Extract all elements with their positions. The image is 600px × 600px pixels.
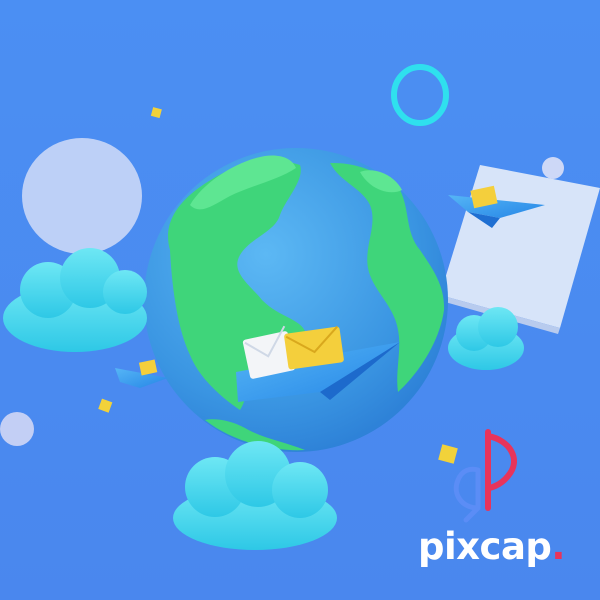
- illustration-canvas: [0, 0, 600, 600]
- sphere-icon: [0, 412, 34, 446]
- brand-dot: .: [551, 525, 565, 568]
- brand-name: pixcap: [418, 525, 552, 568]
- pale-disc-shape: [22, 138, 142, 254]
- illustration-scene: pixcap.: [0, 0, 600, 600]
- brand-wordmark: pixcap.: [418, 528, 565, 565]
- sphere-icon: [542, 157, 564, 179]
- globe-icon: [144, 148, 448, 452]
